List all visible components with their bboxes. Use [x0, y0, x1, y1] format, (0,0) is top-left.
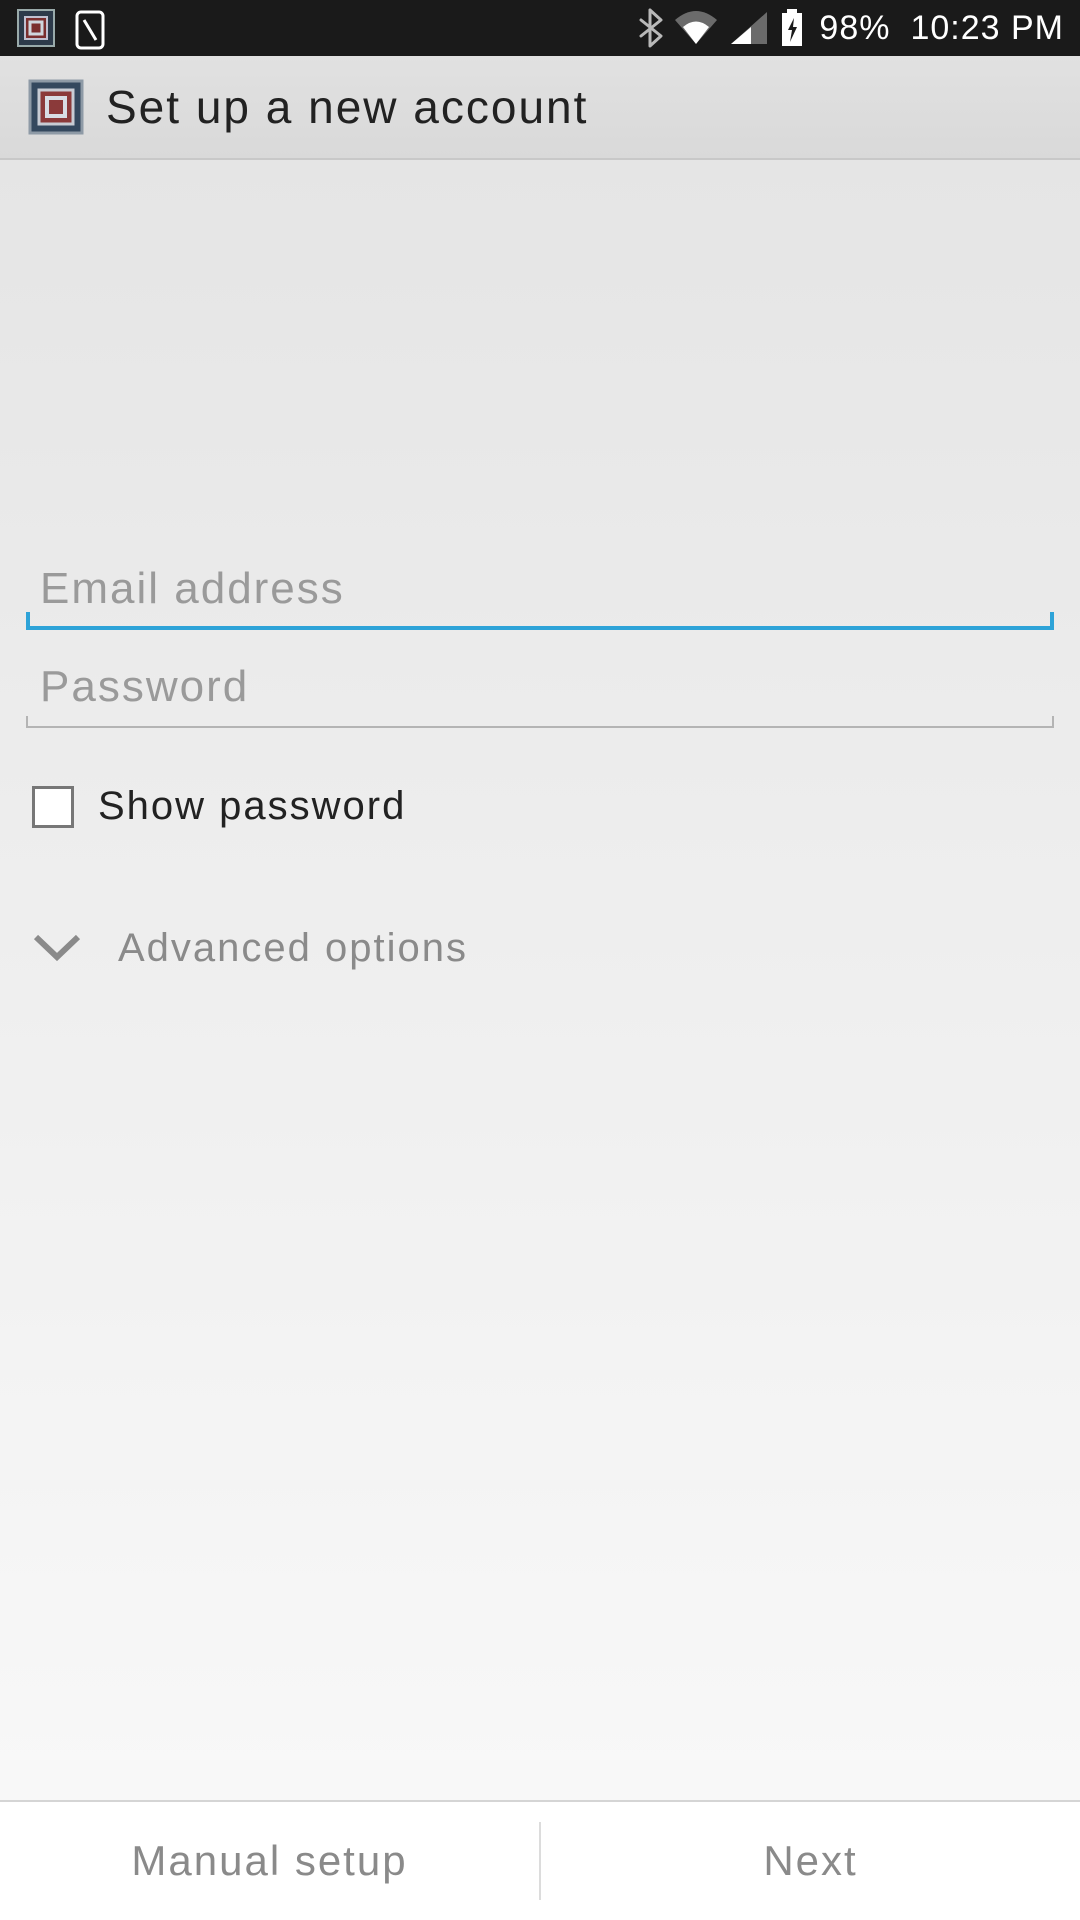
app-header: Set up a new account: [0, 56, 1080, 160]
footer-bar: Manual setup Next: [0, 1800, 1080, 1920]
email-field-wrapper: [26, 550, 1054, 630]
show-password-checkbox[interactable]: [32, 786, 74, 828]
show-password-row[interactable]: Show password: [26, 784, 1054, 829]
page-title: Set up a new account: [106, 80, 588, 134]
next-button[interactable]: Next: [541, 1802, 1080, 1920]
show-password-label: Show password: [98, 784, 406, 829]
content-area: Show password Advanced options: [0, 160, 1080, 1800]
bluetooth-icon: [637, 8, 663, 48]
app-notification-icon: [16, 8, 56, 48]
password-input[interactable]: [26, 648, 1054, 722]
manual-setup-button[interactable]: Manual setup: [0, 1802, 539, 1920]
nfc-icon: [74, 10, 110, 46]
battery-percent: 98%: [819, 9, 890, 48]
clock: 10:23 PM: [910, 9, 1064, 48]
advanced-options-row[interactable]: Advanced options: [26, 919, 1054, 977]
status-bar: 98% 10:23 PM: [0, 0, 1080, 56]
app-icon: [28, 79, 84, 135]
battery-charging-icon: [779, 8, 805, 48]
chevron-down-icon: [28, 919, 86, 977]
cell-signal-icon: [729, 10, 769, 46]
wifi-icon: [673, 10, 719, 46]
advanced-options-label: Advanced options: [118, 926, 468, 971]
password-field-wrapper: [26, 648, 1054, 728]
email-input[interactable]: [26, 550, 1054, 624]
